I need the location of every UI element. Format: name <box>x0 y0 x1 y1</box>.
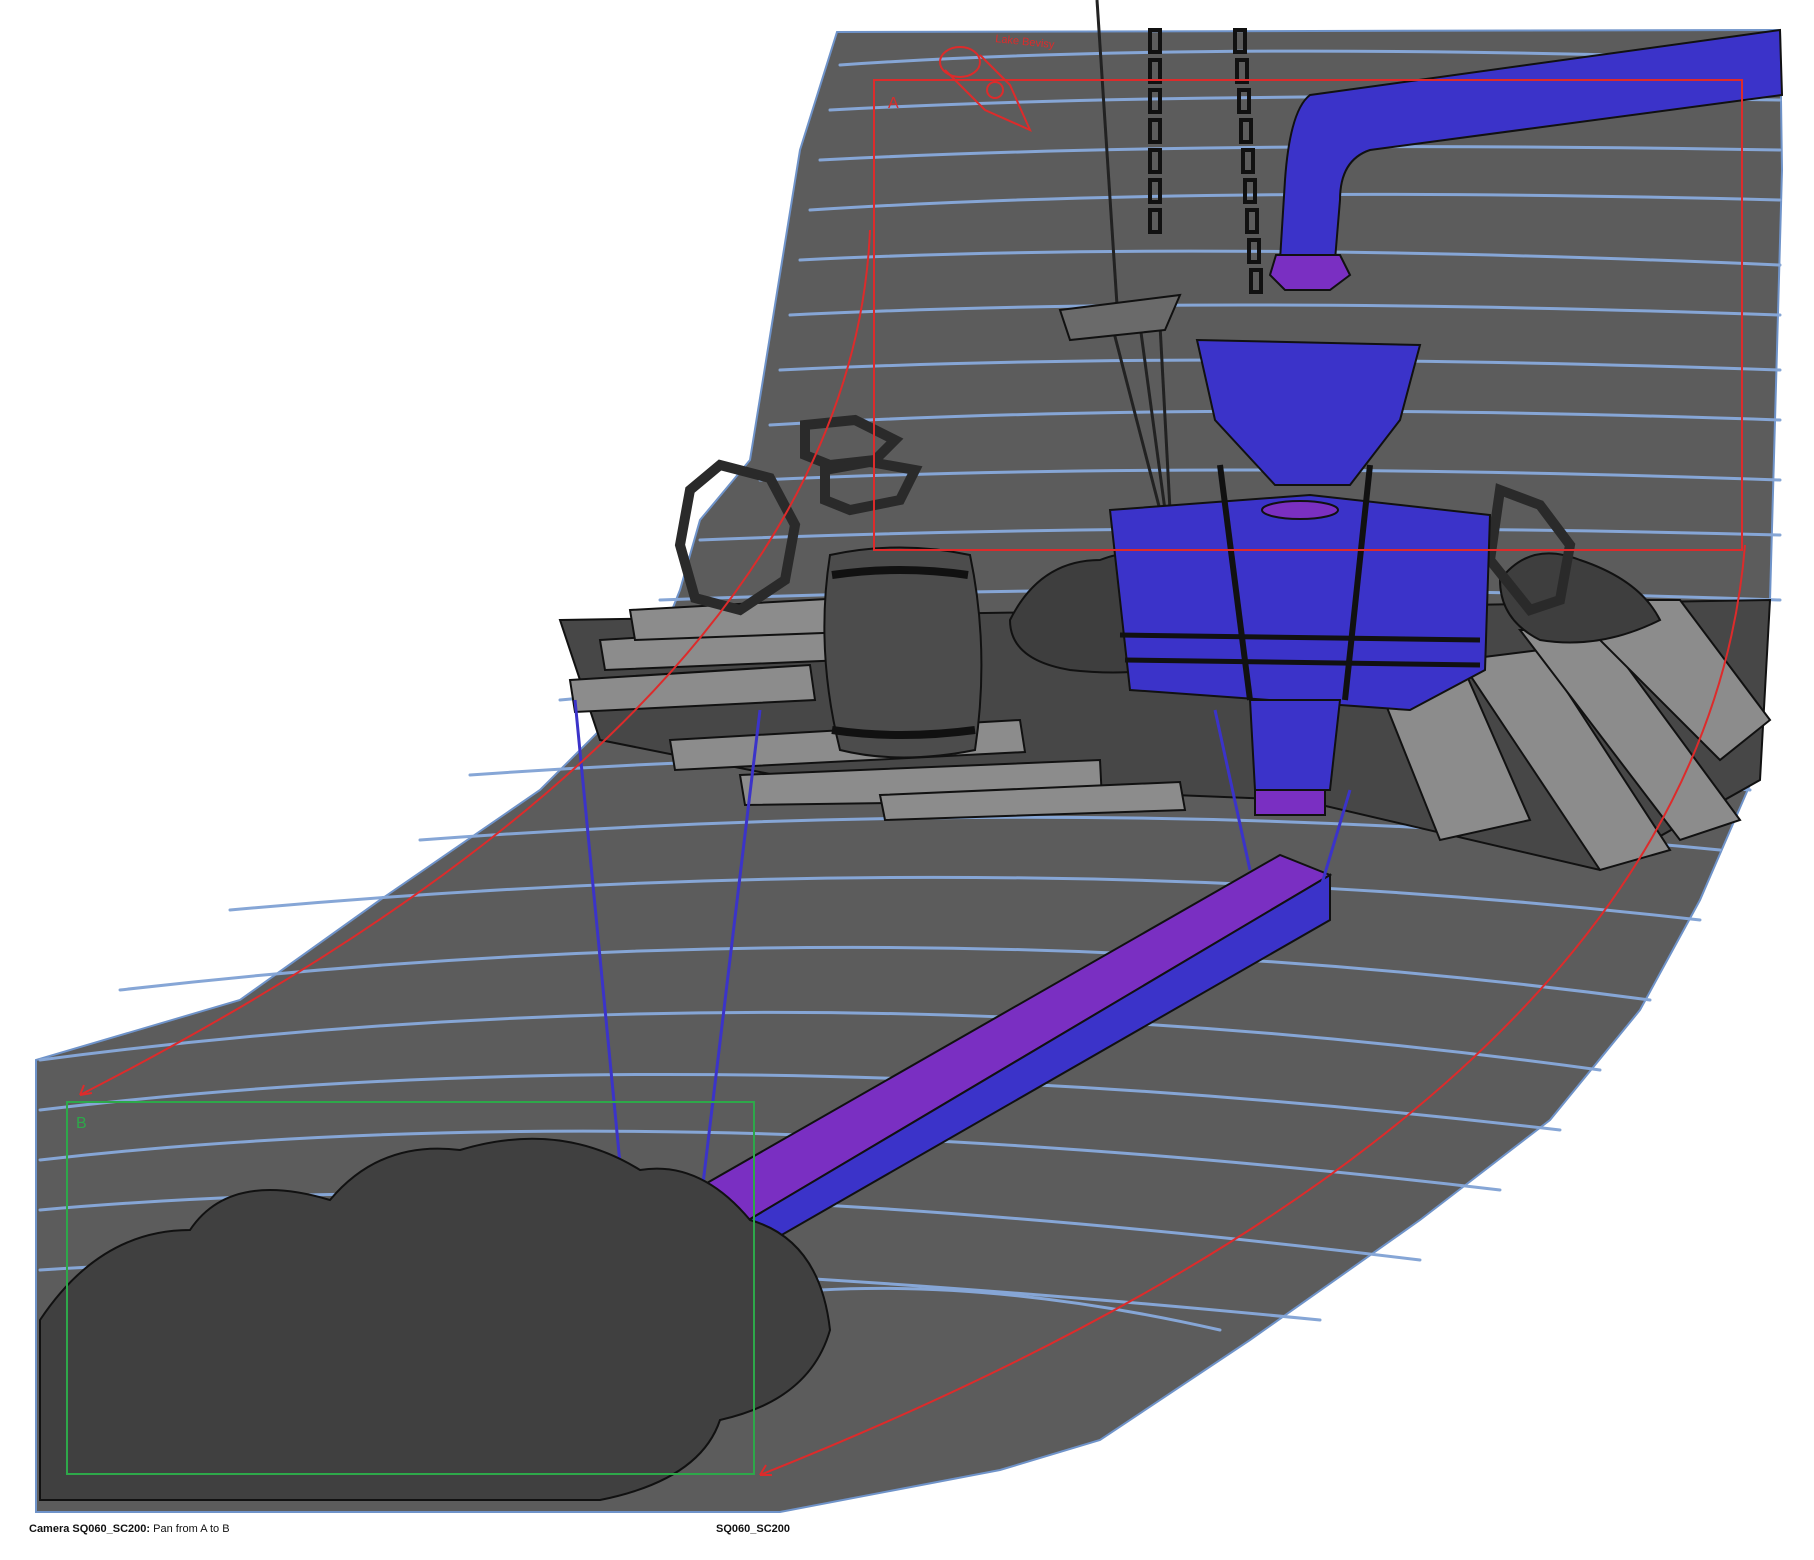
scene-id: SQ060_SC200 <box>716 1523 790 1535</box>
storyboard-layout-canvas: A B Lake Bevisy <box>35 0 1784 1513</box>
camera-label: Camera SQ060_SC200: <box>29 1523 151 1535</box>
frame-b-label: B <box>76 1115 87 1132</box>
camera-note: Pan from A to B <box>150 1523 230 1535</box>
frame-a-label: A <box>888 95 899 112</box>
camera-caption: Camera SQ060_SC200: Pan from A to B <box>29 1523 230 1535</box>
barrel <box>823 546 983 759</box>
